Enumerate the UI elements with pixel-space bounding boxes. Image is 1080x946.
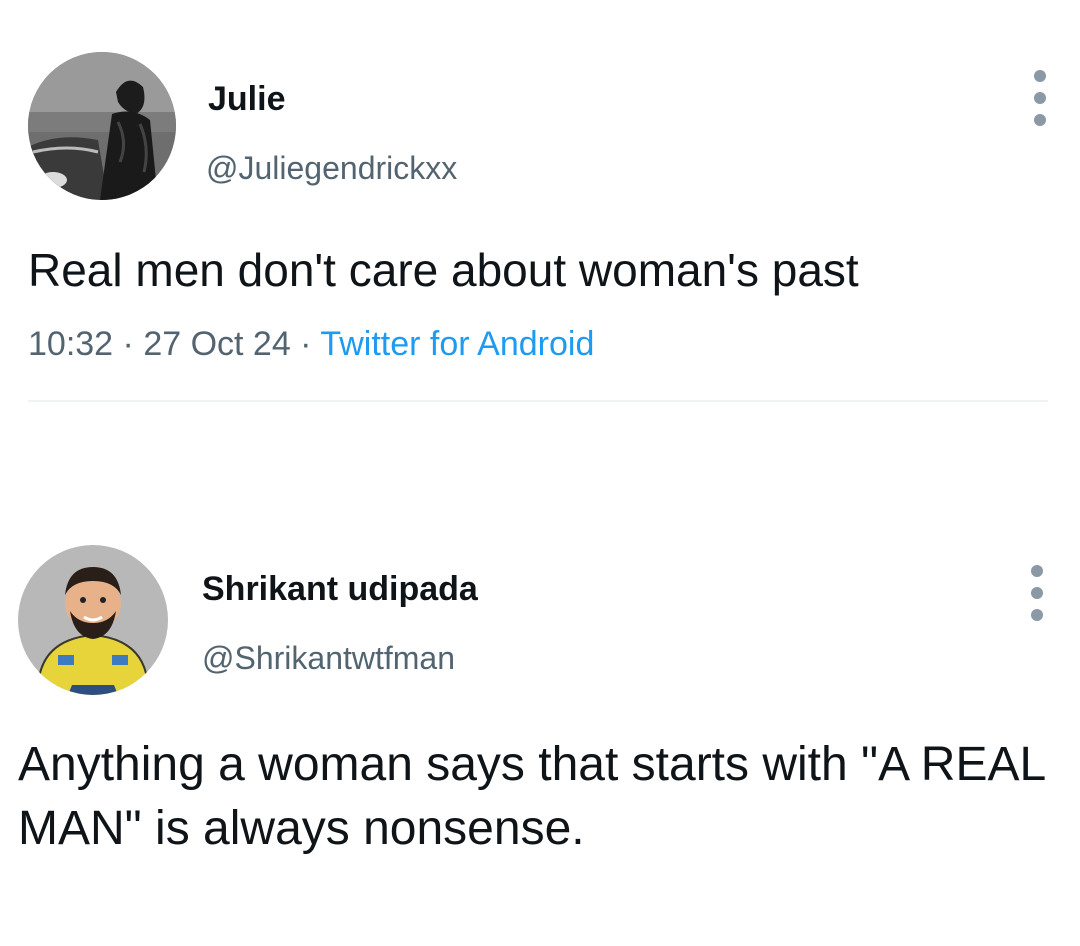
more-vertical-icon[interactable] — [1030, 70, 1050, 126]
tweet-meta: 10:32 · 27 Oct 24 · Twitter for Android — [28, 325, 594, 364]
display-name[interactable]: Shrikant udipada — [202, 570, 478, 609]
user-handle[interactable]: @Juliegendrickxx — [206, 150, 457, 187]
avatar-shrikant[interactable] — [18, 545, 168, 695]
display-name[interactable]: Julie — [208, 80, 285, 119]
more-dot — [1034, 114, 1046, 126]
more-dot — [1031, 587, 1043, 599]
user-handle[interactable]: @Shrikantwtfman — [202, 640, 455, 677]
more-dot — [1034, 70, 1046, 82]
more-vertical-icon[interactable] — [1027, 565, 1047, 621]
more-dot — [1031, 565, 1043, 577]
tweet-text: Real men don't care about woman's past — [28, 244, 859, 296]
tweet-text: Anything a woman says that starts with "… — [18, 738, 1045, 855]
meta-separator: · — [113, 325, 144, 363]
divider — [28, 400, 1048, 402]
tweet-source-link[interactable]: Twitter for Android — [320, 325, 594, 363]
more-dot — [1031, 609, 1043, 621]
meta-separator: · — [290, 325, 321, 363]
tweet-time[interactable]: 10:32 — [28, 325, 113, 363]
avatar-julie[interactable] — [28, 52, 176, 200]
tweet-date[interactable]: 27 Oct 24 — [143, 325, 290, 363]
more-dot — [1034, 92, 1046, 104]
